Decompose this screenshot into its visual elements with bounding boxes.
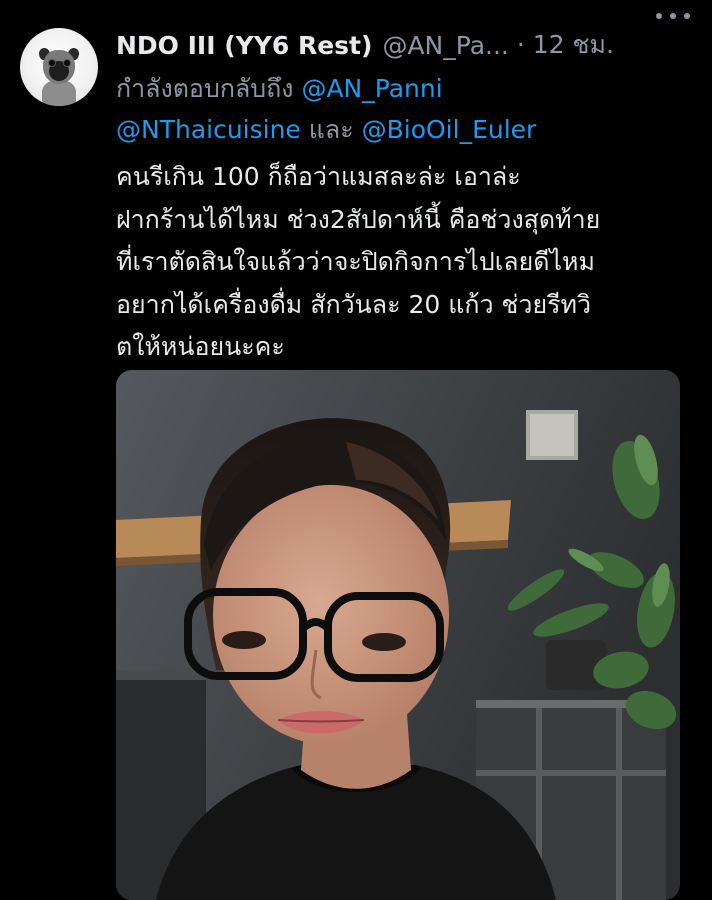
tweet-media[interactable]: [116, 370, 680, 900]
pug-eye-left: [48, 59, 56, 67]
mention-link[interactable]: @AN_Panni: [301, 74, 442, 103]
timestamp[interactable]: · 12 ชม.: [517, 25, 614, 65]
replying-to-connector: และ: [308, 115, 354, 144]
tweet-text-line: ตให้หน่อยนะคะ: [116, 332, 285, 361]
tweet-text-line: ฝากร้านได้ไหม ช่วง2สัปดาห์นี้ คือช่วงสุด…: [116, 204, 601, 234]
replying-to-line-1: กำลังตอบกลับถึง @AN_Panni: [116, 68, 696, 109]
replying-to-label: กำลังตอบกลับถึง: [116, 74, 294, 103]
tweet-header: NDO III (YY6 Rest) @AN_Pa... · 12 ชม.: [116, 28, 696, 62]
avatar[interactable]: [20, 28, 98, 106]
mention-link[interactable]: @BioOil_Euler: [362, 115, 537, 144]
tweet-text-line: ที่เราตัดสินใจแล้วว่าจะปิดกิจการไปเลยดีไ…: [116, 247, 596, 276]
mention-link[interactable]: @NThaicuisine: [116, 115, 301, 144]
more-horizontal-icon[interactable]: [654, 10, 692, 22]
replying-to: กำลังตอบกลับถึง @AN_Panni @NThaicuisine …: [116, 68, 696, 150]
tweet-text-line: คนรีเกิน 100 ก็ถือว่าแมสละล่ะ เอาล่ะ: [116, 162, 521, 191]
display-name[interactable]: NDO III (YY6 Rest): [116, 31, 372, 60]
user-handle[interactable]: @AN_Pa...: [382, 31, 508, 60]
tweet-text-line: อยากได้เครื่องดื่ม สักวันละ 20 แก้ว ช่วย…: [116, 289, 592, 319]
pug-eye-right: [63, 59, 71, 67]
tweet-text: คนรีเกิน 100 ก็ถือว่าแมสละล่ะ เอาล่ะ ฝาก…: [116, 156, 696, 369]
replying-to-line-2: @NThaicuisine และ @BioOil_Euler: [116, 109, 696, 150]
media-photo: [116, 370, 680, 900]
